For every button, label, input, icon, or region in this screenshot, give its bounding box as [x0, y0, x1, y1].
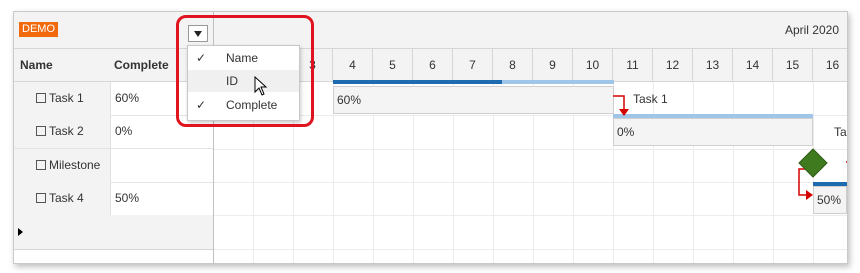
table-row[interactable]: Task 4 50%: [14, 182, 213, 216]
row-pointer-icon: [18, 228, 23, 236]
complete-cell[interactable]: [112, 149, 213, 182]
milestone-diamond[interactable]: [798, 148, 828, 178]
name-cell[interactable]: Task 1: [14, 82, 111, 115]
task-name: Task 4: [49, 191, 84, 205]
checkbox-icon[interactable]: [36, 193, 46, 203]
checkbox-icon[interactable]: [36, 93, 46, 103]
name-cell[interactable]: Task 2: [14, 115, 111, 148]
complete-cell[interactable]: 50%: [112, 182, 213, 215]
demo-badge: DEMO: [19, 22, 58, 37]
column-header-name[interactable]: Name: [14, 49, 118, 82]
checkbox-icon[interactable]: [36, 160, 46, 170]
task-name: Task 1: [49, 91, 84, 105]
name-cell[interactable]: Milestone 1: [14, 149, 111, 205]
name-cell[interactable]: Task 4: [14, 182, 111, 215]
new-task-row[interactable]: [14, 215, 213, 250]
gantt-chart: DEMO Name Complete Task 1 60% Task 2 0% …: [13, 11, 848, 264]
table-row[interactable]: Milestone 1: [14, 149, 213, 205]
checkbox-icon[interactable]: [36, 126, 46, 136]
highlight-annotation: [176, 15, 314, 127]
task-name: Task 2: [49, 124, 84, 138]
